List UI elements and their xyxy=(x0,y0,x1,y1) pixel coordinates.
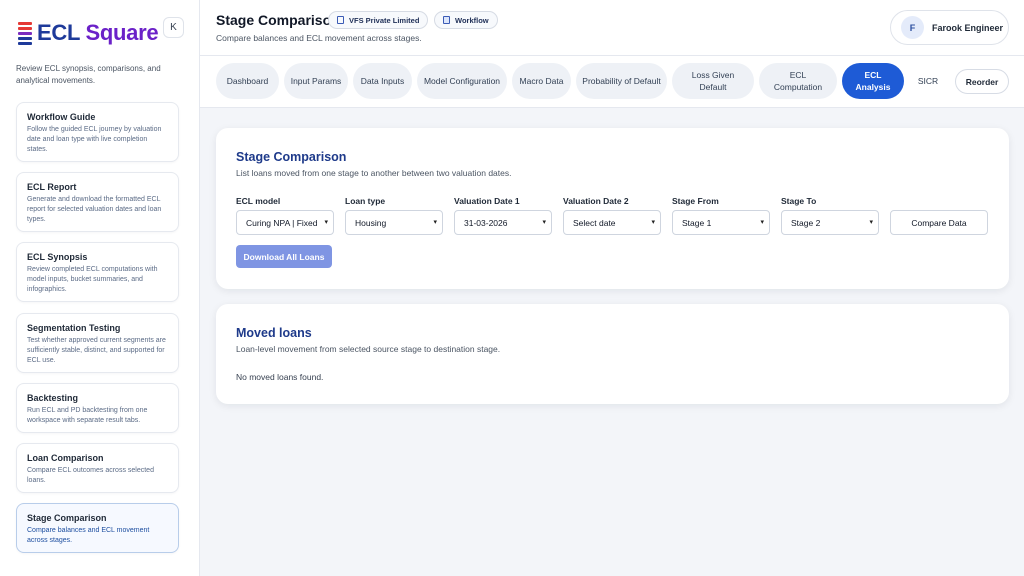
chevron-down-icon: ▾ xyxy=(542,219,546,226)
sidebar-item-title: Backtesting xyxy=(27,393,79,403)
tab-macro-data[interactable]: Macro Data xyxy=(512,63,571,99)
loan-type-label: Loan type xyxy=(345,196,386,206)
tab-model-configuration[interactable]: Model Configuration xyxy=(417,63,507,99)
building-icon xyxy=(337,16,344,24)
tab-dashboard[interactable]: Dashboard xyxy=(216,63,279,99)
workflow-icon xyxy=(443,16,450,24)
sidebar-item-backtesting[interactable]: Backtesting Run ECL and PD backtesting f… xyxy=(16,383,179,433)
stage-to-label: Stage To xyxy=(781,196,817,206)
sidebar-item-ecl-report[interactable]: ECL Report Generate and download the for… xyxy=(16,172,179,232)
download-all-loans-button[interactable]: Download All Loans xyxy=(236,245,332,268)
compare-data-button[interactable]: Compare Data xyxy=(890,210,988,235)
stage-from-value: Stage 1 xyxy=(682,217,712,228)
chevron-down-icon: ▾ xyxy=(433,219,437,226)
valuation-date-2-select[interactable]: Select date ▾ xyxy=(563,210,661,235)
stage-card-title: Stage Comparison xyxy=(236,150,347,164)
sidebar-item-title: ECL Synopsis xyxy=(27,252,88,262)
sidebar-item-desc: Generate and download the formatted ECL … xyxy=(27,196,162,223)
valuation-date-2-label: Valuation Date 2 xyxy=(563,196,629,206)
sidebar-item-loan-comparison[interactable]: Loan Comparison Compare ECL outcomes acr… xyxy=(16,443,179,493)
tab-data-inputs[interactable]: Data Inputs xyxy=(353,63,412,99)
stage-to-select[interactable]: Stage 2 ▾ xyxy=(781,210,879,235)
avatar: F xyxy=(901,16,924,39)
valuation-date-1-select[interactable]: 31-03-2026 ▾ xyxy=(454,210,552,235)
stage-from-select[interactable]: Stage 1 ▾ xyxy=(672,210,770,235)
collapse-sidebar-button[interactable]: K xyxy=(163,17,184,38)
sidebar-item-desc: Compare balances and ECL movement across… xyxy=(27,527,150,544)
page-title: Stage Comparison xyxy=(216,12,340,28)
sidebar-item-desc: Test whether approved current segments a… xyxy=(27,337,166,364)
sidebar-item-title: Loan Comparison xyxy=(27,453,104,463)
stage-comparison-card: Stage Comparison List loans moved from o… xyxy=(216,128,1009,289)
tab-sicr[interactable]: SICR xyxy=(908,63,948,99)
loan-type-value: Housing xyxy=(355,217,387,228)
valuation-date-1-value: 31-03-2026 xyxy=(464,217,508,228)
chevron-down-icon: ▾ xyxy=(760,219,764,226)
sidebar-item-title: Segmentation Testing xyxy=(27,323,121,333)
user-name: Farook Engineer xyxy=(932,22,1004,33)
stage-from-label: Stage From xyxy=(672,196,719,206)
moved-loans-subtitle: Loan-level movement from selected source… xyxy=(236,344,501,354)
tab-loss-given-default[interactable]: Loss Given Default xyxy=(672,63,754,99)
sidebar-intro: Review ECL synopsis, comparisons, and an… xyxy=(16,64,161,85)
valuation-date-1-label: Valuation Date 1 xyxy=(454,196,520,206)
brand-name: ECL Square xyxy=(37,20,159,45)
chevron-down-icon: ▾ xyxy=(651,219,655,226)
tab-input-params[interactable]: Input Params xyxy=(284,63,348,99)
loan-type-select[interactable]: Housing ▾ xyxy=(345,210,443,235)
tab-ecl-analysis[interactable]: ECL Analysis xyxy=(842,63,904,99)
sidebar-item-desc: Follow the guided ECL journey by valuati… xyxy=(27,126,162,153)
sidebar-item-title: ECL Report xyxy=(27,182,77,192)
user-menu[interactable]: F Farook Engineer xyxy=(890,10,1009,45)
empty-state-text: No moved loans found. xyxy=(236,372,324,382)
sidebar-item-title: Workflow Guide xyxy=(27,112,96,122)
sidebar-item-desc: Compare ECL outcomes across selected loa… xyxy=(27,467,154,484)
tab-ecl-computation[interactable]: ECL Computation xyxy=(759,63,837,99)
page-header: Stage Comparison Compare balances and EC… xyxy=(200,0,1024,56)
page-subtitle: Compare balances and ECL movement across… xyxy=(216,33,422,43)
sidebar-item-workflow-guide[interactable]: Workflow Guide Follow the guided ECL jou… xyxy=(16,102,179,162)
company-chip-label: VFS Private Limited xyxy=(349,15,420,25)
company-chip[interactable]: VFS Private Limited xyxy=(328,11,429,29)
sidebar-item-desc: Review completed ECL computations with m… xyxy=(27,266,158,293)
brand-logo[interactable]: ECL Square xyxy=(18,20,159,46)
reorder-button[interactable]: Reorder xyxy=(955,69,1009,94)
chevron-down-icon: ▾ xyxy=(869,219,873,226)
logo-mark-icon xyxy=(18,21,32,45)
sidebar-item-stage-comparison[interactable]: Stage Comparison Compare balances and EC… xyxy=(16,503,179,553)
ecl-model-value: Curing NPA | Fixed xyxy=(246,217,318,228)
valuation-date-2-value: Select date xyxy=(573,217,616,228)
moved-loans-card: Moved loans Loan-level movement from sel… xyxy=(216,304,1009,404)
stage-card-subtitle: List loans moved from one stage to anoth… xyxy=(236,168,512,178)
sidebar-item-segmentation-testing[interactable]: Segmentation Testing Test whether approv… xyxy=(16,313,179,373)
stage-to-value: Stage 2 xyxy=(791,217,821,228)
tab-probability-of-default[interactable]: Probability of Default xyxy=(576,63,667,99)
ecl-model-select[interactable]: Curing NPA | Fixed ▾ xyxy=(236,210,334,235)
sidebar-item-title: Stage Comparison xyxy=(27,513,107,523)
sidebar-item-ecl-synopsis[interactable]: ECL Synopsis Review completed ECL comput… xyxy=(16,242,179,302)
sidebar-item-desc: Run ECL and PD backtesting from one work… xyxy=(27,407,148,424)
workflow-chip-label: Workflow xyxy=(455,15,489,25)
moved-loans-title: Moved loans xyxy=(236,326,312,340)
sidebar: ECL Square K Review ECL synopsis, compar… xyxy=(0,0,200,576)
chevron-down-icon: ▾ xyxy=(324,219,328,226)
workflow-chip[interactable]: Workflow xyxy=(434,11,498,29)
ecl-model-label: ECL model xyxy=(236,196,281,206)
tab-bar: Dashboard Input Params Data Inputs Model… xyxy=(200,56,1024,108)
